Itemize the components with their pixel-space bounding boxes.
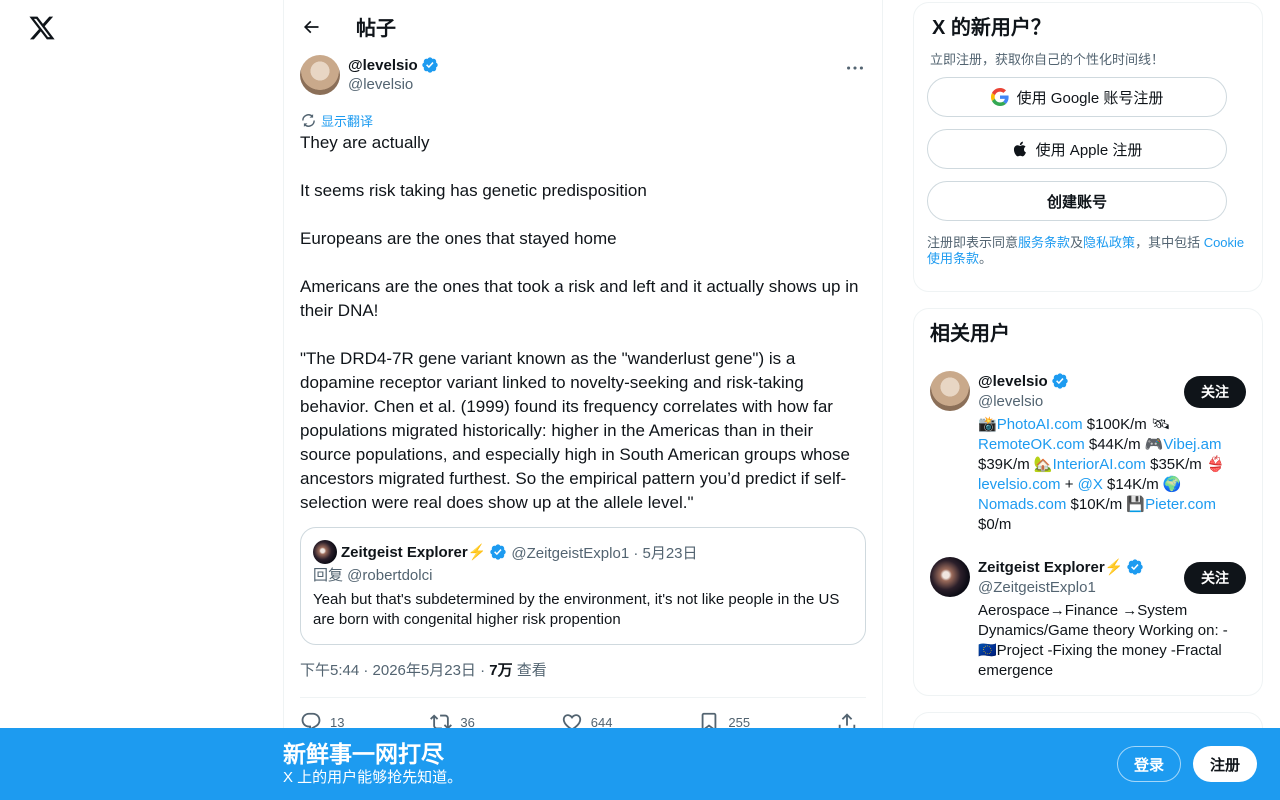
related-user[interactable]: @levelsio @levelsio 📸PhotoAI.com $100K/m… [930, 371, 1246, 535]
quoted-tweet[interactable]: Zeitgeist Explorer⚡️ @ZeitgeistExplo1 · … [300, 527, 866, 645]
bio-text: $10K/m [1066, 496, 1127, 513]
signup-banner: 新鲜事一网打尽 X 上的用户能够抢先知道。 登录 注册 [0, 728, 1280, 800]
bio-text: + [1060, 476, 1078, 493]
google-signup-label: 使用 Google 账号注册 [1016, 89, 1164, 107]
quote-text: Yeah but that's subdetermined by the env… [313, 591, 840, 628]
view-count: 7万 [489, 662, 513, 679]
google-icon [990, 88, 1009, 106]
terms-end: 。 [979, 251, 993, 266]
create-account-button[interactable]: 创建账号 [927, 181, 1227, 221]
related-user[interactable]: Zeitgeist Explorer⚡️ @ZeitgeistExplo1 Ae… [930, 557, 1246, 681]
bio-link[interactable]: @X [1078, 476, 1103, 493]
bio-emoji: 🎮 [1144, 436, 1164, 453]
create-account-label: 创建账号 [1046, 193, 1107, 211]
tweet-text: They are actually It seems risk taking h… [300, 131, 866, 515]
related-user-name[interactable]: @levelsio [978, 373, 1048, 390]
translate-icon [302, 113, 315, 127]
quote-reply-to: 回复 @robertdolci [313, 567, 433, 584]
tweet-timestamp[interactable]: 下午5:44 · 2026年5月23日 · [300, 662, 489, 679]
bio-emoji: 🛰 [1150, 416, 1170, 433]
back-arrow-icon[interactable] [300, 16, 322, 38]
x-logo-icon[interactable] [28, 14, 56, 42]
quote-avatar[interactable] [313, 540, 337, 564]
follow-button[interactable]: 关注 [1184, 376, 1246, 408]
page-title: 帖子 [356, 18, 396, 40]
bio-emoji: 🏡 [1033, 456, 1053, 473]
tweet-paragraph: It seems risk taking has genetic predisp… [300, 181, 647, 200]
divider [300, 697, 866, 698]
tweet-paragraph: Americans are the ones that took a risk … [300, 277, 859, 320]
bio-emoji: 👙 [1205, 456, 1225, 473]
bio-text: $44K/m [1084, 436, 1145, 453]
show-translation-link[interactable]: 显示翻译 [300, 111, 866, 129]
apple-signup-label: 使用 Apple 注册 [1035, 141, 1143, 159]
more-options-icon[interactable] [844, 57, 866, 79]
bio-text: $100K/m [1082, 416, 1151, 433]
bio-emoji: 💾 [1126, 496, 1146, 513]
tweet-paragraph: "The DRD4-7R gene variant known as the "… [300, 349, 851, 512]
quote-handle-date: @ZeitgeistExplo1 · 5月23日 [511, 544, 698, 562]
privacy-policy-link[interactable]: 隐私政策 [1083, 235, 1135, 250]
main-column: 帖子 @levelsio @levelsio 显示翻译 They are act… [283, 0, 883, 800]
terms-text: 注册即表示同意服务条款及隐私政策，其中包括 Cookie 使用条款。 [927, 235, 1246, 267]
bio-link[interactable]: RemoteOK.com [978, 436, 1085, 453]
terms-mid: ，其中包括 [1135, 235, 1204, 250]
author-name[interactable]: @levelsio [348, 57, 418, 74]
tweet-meta: 下午5:44 · 2026年5月23日 · 7万 查看 [300, 659, 866, 683]
quote-author-name: Zeitgeist Explorer⚡️ [341, 544, 487, 561]
bio-link[interactable]: Pieter.com [1145, 496, 1216, 513]
related-user-bio: Aerospace→Finance →System Dynamics/Game … [978, 602, 1228, 679]
translate-label[interactable]: 显示翻译 [321, 111, 373, 130]
bio-link[interactable]: Vibej.am [1163, 436, 1221, 453]
bio-emoji: 📸 [978, 416, 997, 433]
verified-badge-icon [1126, 558, 1144, 576]
bio-text: $0/m [978, 516, 1012, 533]
bio-text: $35K/m [1145, 456, 1206, 473]
apple-icon [1013, 141, 1026, 157]
google-signup-button[interactable]: 使用 Google 账号注册 [927, 77, 1227, 117]
related-user-bio: 📸PhotoAI.com $100K/m 🛰 RemoteOK.com $44K… [978, 415, 1240, 535]
author-name-row[interactable]: @levelsio [348, 55, 439, 75]
avatar[interactable] [930, 557, 970, 597]
terms-and: 及 [1070, 235, 1084, 250]
avatar[interactable] [930, 371, 970, 411]
signup-button[interactable]: 注册 [1193, 746, 1257, 782]
tweet-paragraph: They are actually [300, 133, 430, 152]
signup-card: X 的新用户？ 立即注册，获取你自己的个性化时间线！ 使用 Google 账号注… [913, 2, 1263, 292]
tweet-paragraph: Europeans are the ones that stayed home [300, 229, 617, 248]
view-label: 查看 [512, 662, 547, 679]
apple-signup-button[interactable]: 使用 Apple 注册 [927, 129, 1227, 169]
related-users-card: 相关用户 @levelsio @levelsio 📸PhotoAI.com $1… [913, 308, 1263, 696]
top-bar: 帖子 [284, 0, 882, 53]
verified-badge-icon [489, 543, 507, 561]
verified-badge-icon [421, 56, 439, 74]
banner-subtitle: X 上的用户能够抢先知道。 [283, 769, 463, 786]
bio-link[interactable]: Nomads.com [978, 496, 1066, 513]
signup-subtitle: 立即注册，获取你自己的个性化时间线！ [930, 52, 1165, 67]
verified-badge-icon [1051, 372, 1069, 390]
author-handle[interactable]: @levelsio [348, 75, 439, 95]
bio-emoji: 🌍 [1162, 476, 1182, 493]
bio-text: $14K/m [1102, 476, 1163, 493]
tweet-author: @levelsio @levelsio [284, 53, 882, 95]
terms-of-service-link[interactable]: 服务条款 [1018, 235, 1070, 250]
bio-link[interactable]: PhotoAI.com [997, 416, 1083, 433]
bio-link[interactable]: levelsio.com [978, 476, 1061, 493]
banner-title: 新鲜事一网打尽 [283, 741, 444, 767]
signup-title: X 的新用户？ [932, 17, 1051, 39]
follow-button[interactable]: 关注 [1184, 562, 1246, 594]
related-users-title: 相关用户 [930, 323, 1010, 345]
related-user-name[interactable]: Zeitgeist Explorer⚡️ [978, 558, 1123, 576]
bio-text: $39K/m [978, 456, 1034, 473]
login-button[interactable]: 登录 [1117, 746, 1181, 782]
avatar[interactable] [300, 55, 340, 95]
terms-prefix: 注册即表示同意 [927, 235, 1019, 250]
bio-link[interactable]: InteriorAI.com [1053, 456, 1146, 473]
